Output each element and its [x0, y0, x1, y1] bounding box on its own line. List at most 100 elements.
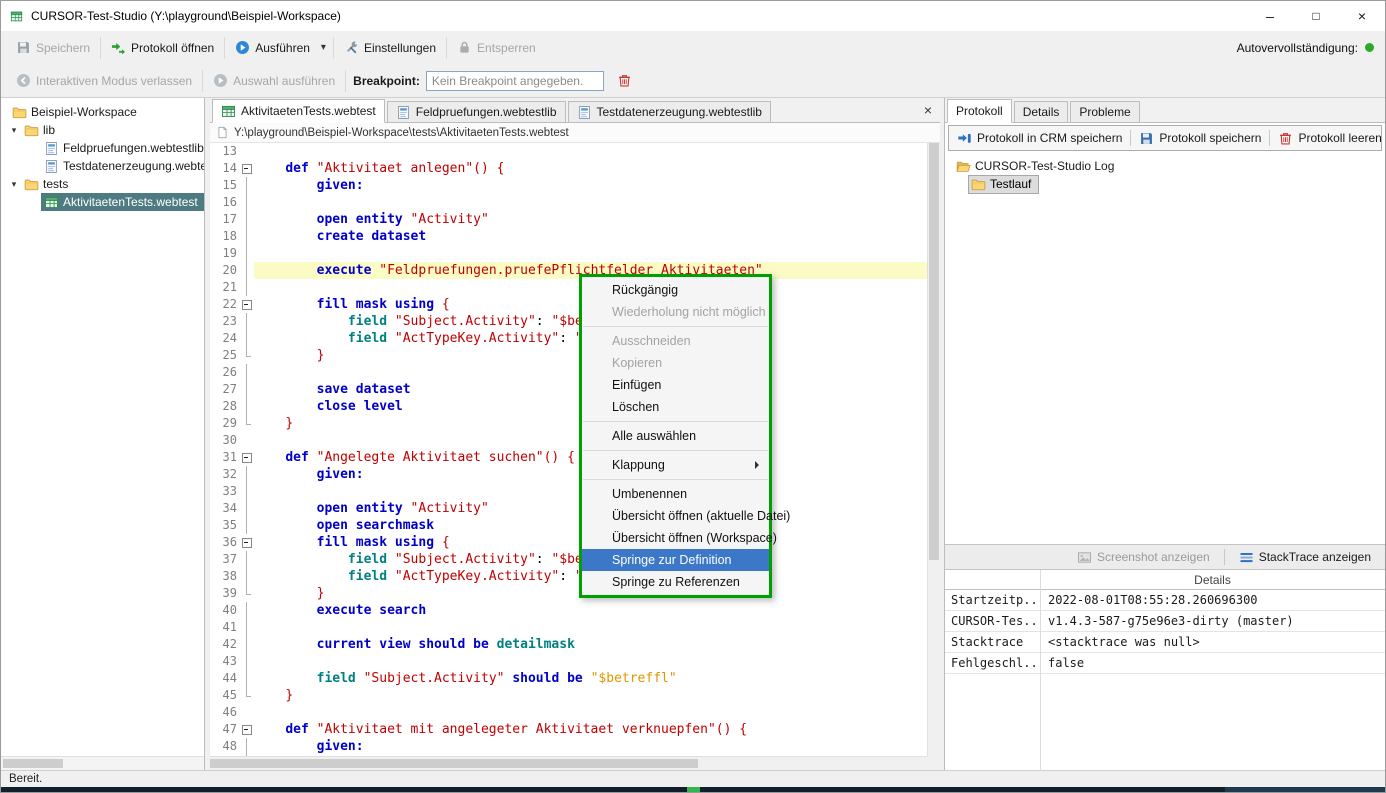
code-line-41[interactable]: 41 [210, 619, 927, 636]
open-log-button[interactable]: Protokoll öffnen [104, 36, 221, 59]
expander-icon[interactable]: ▾ [7, 179, 21, 190]
menu-item-einfügen[interactable]: Einfügen [582, 374, 769, 396]
tree-item-lib[interactable]: ▾lib [1, 121, 204, 139]
code-line-43[interactable]: 43 [210, 653, 927, 670]
menu-item-springe-zur-definition[interactable]: Springe zur Definition [582, 549, 769, 571]
maximize-icon[interactable]: □ [1293, 1, 1339, 31]
code-line-18[interactable]: 18 create dataset [210, 228, 927, 245]
editor-vscrollbar[interactable] [927, 143, 940, 756]
minimize-icon[interactable]: – [1247, 1, 1293, 31]
code-line-28[interactable]: 28 close level [210, 398, 927, 415]
code-line-36[interactable]: 36 fill mask using { [210, 534, 927, 551]
tab-details[interactable]: Details [1014, 101, 1069, 123]
code-line-30[interactable]: 30 [210, 432, 927, 449]
code-line-32[interactable]: 32 given: [210, 466, 927, 483]
close-tab-icon[interactable]: × [924, 103, 932, 117]
save-log-button[interactable]: Protokoll speichern [1131, 126, 1269, 150]
menu-item-übersicht-öffnen-aktuelle-datei[interactable]: Übersicht öffnen (aktuelle Datei) [582, 505, 769, 527]
tab-probleme[interactable]: Probleme [1070, 101, 1139, 123]
editor-hscrollbar[interactable] [210, 756, 927, 770]
tree-item-beispiel-workspace[interactable]: Beispiel-Workspace [1, 103, 204, 121]
code-line-19[interactable]: 19 [210, 245, 927, 262]
code-line-23[interactable]: 23 field "Subject.Activity": "$betreffl" [210, 313, 927, 330]
code-line-20[interactable]: 20 execute "Feldpruefungen.pruefePflicht… [210, 262, 927, 279]
menu-separator [583, 450, 768, 451]
code-line-31[interactable]: 31 def "Angelegte Aktivitaet suchen"() { [210, 449, 927, 466]
save-log-to-crm-button[interactable]: Protokoll in CRM speichern [949, 126, 1130, 150]
code-line-21[interactable]: 21 [210, 279, 927, 296]
tab-protokoll[interactable]: Protokoll [947, 99, 1012, 123]
run-dropdown-icon[interactable]: ▾ [317, 38, 330, 57]
code-line-39[interactable]: 39 } [210, 585, 927, 602]
tree-item-tests[interactable]: ▾tests [1, 175, 204, 193]
code-line-14[interactable]: 14 def "Aktivitaet anlegen"() { [210, 160, 927, 177]
code-line-45[interactable]: 45 } [210, 687, 927, 704]
show-stacktrace-button[interactable]: StackTrace anzeigen [1231, 545, 1379, 569]
code-line-42[interactable]: 42 current view should be detailmask [210, 636, 927, 653]
app-icon [10, 10, 23, 23]
log-tree-item-testlauf[interactable]: Testlauf [945, 175, 1385, 193]
code-line-34[interactable]: 34 open entity "Activity" [210, 500, 927, 517]
menu-item-springe-zu-referenzen[interactable]: Springe zu Referenzen [582, 571, 769, 593]
details-table-header: Details [945, 570, 1385, 590]
app-window: CURSOR-Test-Studio (Y:\playground\Beispi… [0, 0, 1386, 793]
run-button[interactable]: Ausführen [228, 36, 317, 59]
tab-testdatenerzeugung-webtestlib[interactable]: Testdatenerzeugung.webtestlib [568, 101, 771, 123]
workspace-hscrollbar[interactable] [1, 756, 204, 770]
menu-separator [583, 479, 768, 480]
code-line-13[interactable]: 13 [210, 143, 927, 160]
settings-label: Einstellungen [364, 41, 436, 55]
delete-breakpoint-button[interactable] [610, 69, 639, 92]
settings-button[interactable]: Einstellungen [337, 36, 443, 59]
code-line-40[interactable]: 40 execute search [210, 602, 927, 619]
tree-item-feldpruefungen-webtestlib[interactable]: Feldpruefungen.webtestlib [1, 139, 204, 157]
log-tree-item-cursor-test-studio-log[interactable]: CURSOR-Test-Studio Log [945, 157, 1385, 175]
menu-item-löschen[interactable]: Löschen [582, 396, 769, 418]
menu-item-alle-auswählen[interactable]: Alle auswählen [582, 425, 769, 447]
details-key: Stacktrace [945, 635, 1040, 649]
menu-item-klappung[interactable]: Klappung [582, 454, 769, 476]
code-line-16[interactable]: 16 [210, 194, 927, 211]
scrollbar-thumb[interactable] [210, 759, 698, 768]
code-line-26[interactable]: 26 [210, 364, 927, 381]
clear-log-label: Protokoll leeren [1298, 131, 1381, 145]
code-line-44[interactable]: 44 field "Subject.Activity" should be "$… [210, 670, 927, 687]
code-line-25[interactable]: 25 } [210, 347, 927, 364]
code-line-37[interactable]: 37 field "Subject.Activity": "$betreffl" [210, 551, 927, 568]
menu-item-ausschneiden: Ausschneiden [582, 330, 769, 352]
expander-icon[interactable]: ▾ [7, 125, 21, 136]
settings-icon [344, 40, 359, 55]
log-toolbar: Protokoll in CRM speichern Protokoll spe… [948, 125, 1382, 151]
code-line-24[interactable]: 24 field "ActTypeKey.Activity": "$acttyp… [210, 330, 927, 347]
tab-feldpruefungen-webtestlib[interactable]: Feldpruefungen.webtestlib [387, 101, 566, 123]
details-key: CURSOR-Tes... [945, 614, 1040, 628]
tree-item-aktivitaetentests-webtest[interactable]: AktivitaetenTests.webtest [1, 193, 204, 211]
code-line-35[interactable]: 35 open searchmask [210, 517, 927, 534]
code-editor[interactable]: 1314 def "Aktivitaet anlegen"() {15 give… [210, 143, 940, 770]
stacktrace-icon [1239, 550, 1254, 565]
code-line-48[interactable]: 48 given: [210, 738, 927, 755]
code-line-17[interactable]: 17 open entity "Activity" [210, 211, 927, 228]
tree-item-testdatenerzeugung-webtestlib[interactable]: Testdatenerzeugung.webtestlib [1, 157, 204, 175]
code-line-33[interactable]: 33 [210, 483, 927, 500]
menu-item-umbenennen[interactable]: Umbenennen [582, 483, 769, 505]
code-line-15[interactable]: 15 given: [210, 177, 927, 194]
breakpoint-input[interactable] [426, 71, 604, 91]
menu-item-übersicht-öffnen-workspace[interactable]: Übersicht öffnen (Workspace) [582, 527, 769, 549]
code-line-38[interactable]: 38 field "ActTypeKey.Activity": "$acttyp… [210, 568, 927, 585]
code-line-47[interactable]: 47 def "Aktivitaet mit angelegeter Aktiv… [210, 721, 927, 738]
menu-item-rückgängig[interactable]: Rückgängig [582, 279, 769, 301]
clear-log-button[interactable]: Protokoll leeren [1270, 126, 1385, 150]
close-icon[interactable]: × [1339, 1, 1385, 31]
code-line-46[interactable]: 46 [210, 704, 927, 721]
scrollbar-thumb[interactable] [929, 143, 939, 560]
code-line-27[interactable]: 27 save dataset [210, 381, 927, 398]
tab-aktivitaetentests-webtest[interactable]: AktivitaetenTests.webtest [212, 99, 385, 123]
details-row-stacktrace: Stacktrace<stacktrace was null> [945, 632, 1385, 653]
code-line-29[interactable]: 29 } [210, 415, 927, 432]
save-button: Speichern [9, 36, 97, 59]
folderopen-icon [956, 159, 971, 174]
log-panel: ProtokollDetailsProbleme Protokoll in CR… [944, 98, 1385, 770]
scrollbar-thumb[interactable] [3, 759, 63, 768]
code-line-22[interactable]: 22 fill mask using { [210, 296, 927, 313]
